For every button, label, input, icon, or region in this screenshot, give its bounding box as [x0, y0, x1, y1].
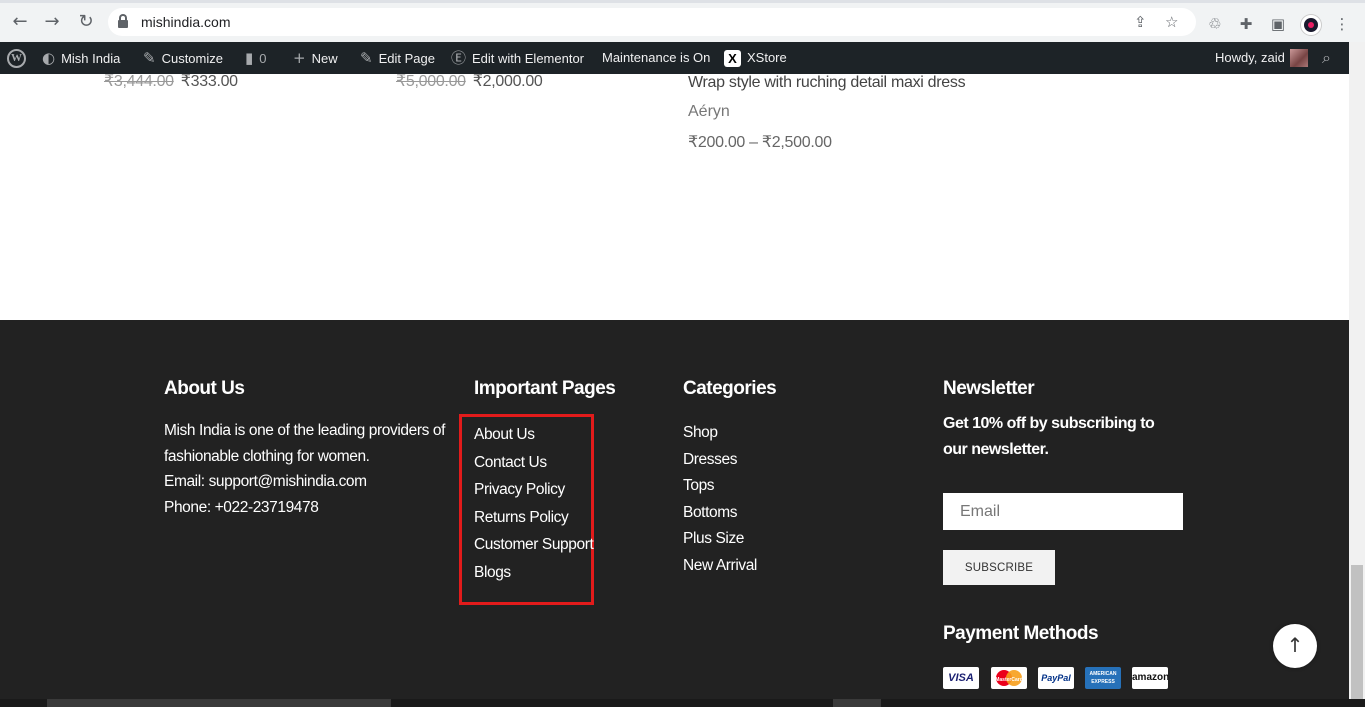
side-panel-icon[interactable]: ▣	[1269, 15, 1287, 33]
xstore-icon: X	[724, 50, 741, 68]
admin-bar-customize[interactable]: ✎ Customize	[143, 42, 223, 74]
link-new-arrival[interactable]: New Arrival	[683, 553, 757, 580]
profile-avatar-icon[interactable]	[1301, 15, 1321, 35]
taskbar-item[interactable]	[833, 699, 881, 707]
browser-toolbar: ← → ↻ mishindia.com ⇪ ☆ ♲ ✚ ▣ ⋮	[0, 0, 1365, 42]
elementor-label: Edit with Elementor	[472, 51, 585, 66]
link-bottoms[interactable]: Bottoms	[683, 500, 757, 527]
link-dresses[interactable]: Dresses	[683, 447, 757, 474]
old-price: ₹5,000.00	[396, 73, 466, 90]
link-returns-policy[interactable]: Returns Policy	[474, 504, 593, 532]
categories-list: Shop Dresses Tops Bottoms Plus Size New …	[683, 420, 757, 580]
browser-menu-icon[interactable]: ⋮	[1333, 15, 1351, 33]
newsletter-title: Newsletter	[943, 378, 1035, 399]
link-privacy-policy[interactable]: Privacy Policy	[474, 476, 593, 504]
sale-price: ₹333.00	[180, 73, 238, 90]
extensions-puzzle-icon[interactable]: ✚	[1237, 15, 1255, 33]
payment-methods-title: Payment Methods	[943, 623, 1099, 644]
product-price: ₹3,444.00 ₹333.00	[104, 71, 238, 91]
admin-bar-elementor[interactable]: Ⓔ Edit with Elementor	[451, 42, 584, 74]
old-price: ₹3,444.00	[104, 73, 174, 90]
scrollbar-thumb[interactable]	[1351, 565, 1363, 700]
admin-bar-howdy[interactable]: Howdy, zaid	[1215, 42, 1285, 74]
important-pages-title: Important Pages	[474, 378, 616, 399]
xstore-label: XStore	[747, 50, 787, 65]
about-title: About Us	[164, 378, 245, 399]
site-footer: About Us Mish India is one of the leadin…	[0, 320, 1349, 700]
about-line-2: fashionable clothing for women.	[164, 448, 370, 465]
product-price: ₹5,000.00 ₹2,000.00	[396, 71, 543, 91]
recycle-extension-icon[interactable]: ♲	[1206, 15, 1224, 33]
link-about-us[interactable]: About Us	[474, 421, 593, 449]
plus-icon: +	[293, 49, 306, 67]
admin-bar-new[interactable]: + New	[293, 42, 338, 74]
comment-bubble-icon: ▮	[245, 49, 254, 67]
new-label: New	[311, 51, 338, 66]
link-customer-support[interactable]: Customer Support	[474, 531, 594, 559]
product-brand[interactable]: Aéryn	[688, 103, 730, 121]
back-to-top-arrow-icon[interactable]: ↑	[1273, 624, 1317, 668]
edit-page-label: Edit Page	[378, 51, 435, 66]
page-scrollbar[interactable]	[1349, 42, 1365, 707]
dashboard-gauge-icon: ◐	[42, 49, 56, 67]
link-shop[interactable]: Shop	[683, 420, 757, 447]
product-price-range: ₹200.00 – ₹2,500.00	[688, 134, 832, 151]
howdy-label: Howdy, zaid	[1215, 50, 1285, 65]
admin-bar-site-name[interactable]: ◐ Mish India	[42, 42, 120, 74]
back-icon[interactable]: ←	[7, 9, 33, 35]
amex-icon: AMERICAN EXPRESS	[1085, 667, 1121, 689]
product-title[interactable]: Wrap style with ruching detail maxi dres…	[688, 74, 966, 92]
customize-label: Customize	[161, 51, 223, 66]
comments-count: 0	[259, 51, 267, 66]
amazon-pay-icon: amazon	[1132, 667, 1168, 689]
elementor-icon: Ⓔ	[451, 49, 467, 67]
important-pages-list: About Us Contact Us Privacy Policy Retur…	[474, 421, 594, 587]
lock-icon	[118, 14, 128, 28]
paypal-icon: PayPal	[1038, 667, 1074, 689]
wp-admin-bar: W ◐ Mish India ✎ Customize ▮ 0 + New ✎ Edit P…	[0, 42, 1349, 74]
user-avatar[interactable]	[1290, 49, 1308, 67]
link-contact-us[interactable]: Contact Us	[474, 449, 593, 477]
about-line-1: Mish India is one of the leading provide…	[164, 422, 445, 439]
categories-title: Categories	[683, 378, 777, 399]
link-tops[interactable]: Tops	[683, 473, 757, 500]
newsletter-description: Get 10% off by subscribing to our newsle…	[943, 415, 1155, 458]
forward-icon[interactable]: →	[39, 9, 65, 35]
about-phone[interactable]: Phone: +022-23719478	[164, 495, 319, 521]
pencil-icon: ✎	[360, 49, 373, 67]
visa-icon: VISA	[943, 667, 979, 689]
admin-search-icon[interactable]: ⌕	[1322, 42, 1331, 74]
admin-bar-xstore[interactable]: X XStore	[724, 42, 787, 74]
share-icon[interactable]: ⇪	[1134, 13, 1147, 31]
maintenance-label: Maintenance is On	[602, 50, 711, 65]
taskbar-item[interactable]	[47, 699, 391, 707]
brush-icon: ✎	[143, 49, 156, 67]
bookmark-star-icon[interactable]: ☆	[1165, 13, 1178, 31]
admin-bar-edit-page[interactable]: ✎ Edit Page	[360, 42, 435, 74]
sale-price: ₹2,000.00	[472, 73, 543, 90]
admin-bar-comments[interactable]: ▮ 0	[245, 42, 267, 74]
subscribe-button[interactable]: SUBSCRIBE	[943, 550, 1055, 585]
site-name-label: Mish India	[61, 51, 121, 66]
url-text: mishindia.com	[141, 14, 231, 30]
os-taskbar	[0, 699, 1365, 707]
product-grid: ₹3,444.00 ₹333.00 ₹5,000.00 ₹2,000.00 Wrap…	[0, 71, 1349, 320]
link-blogs[interactable]: Blogs	[474, 559, 593, 587]
about-email[interactable]: Email: support@mishindia.com	[164, 469, 367, 495]
mastercard-icon: MasterCard	[991, 667, 1027, 689]
admin-bar-maintenance[interactable]: Maintenance is On	[602, 42, 710, 74]
wordpress-logo-icon[interactable]: W	[7, 49, 26, 68]
newsletter-email-input[interactable]	[943, 493, 1183, 530]
link-plus-size[interactable]: Plus Size	[683, 526, 757, 553]
reload-icon[interactable]: ↻	[73, 9, 99, 35]
address-bar[interactable]: mishindia.com ⇪ ☆	[108, 8, 1196, 36]
